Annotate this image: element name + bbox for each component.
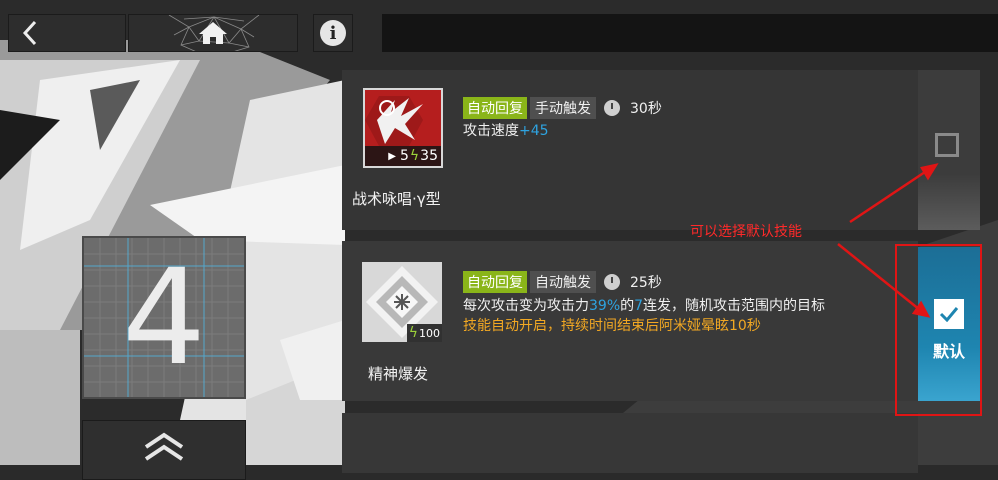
annotation-arrows <box>837 163 939 318</box>
annotation-text: 可以选择默认技能 <box>690 224 802 240</box>
